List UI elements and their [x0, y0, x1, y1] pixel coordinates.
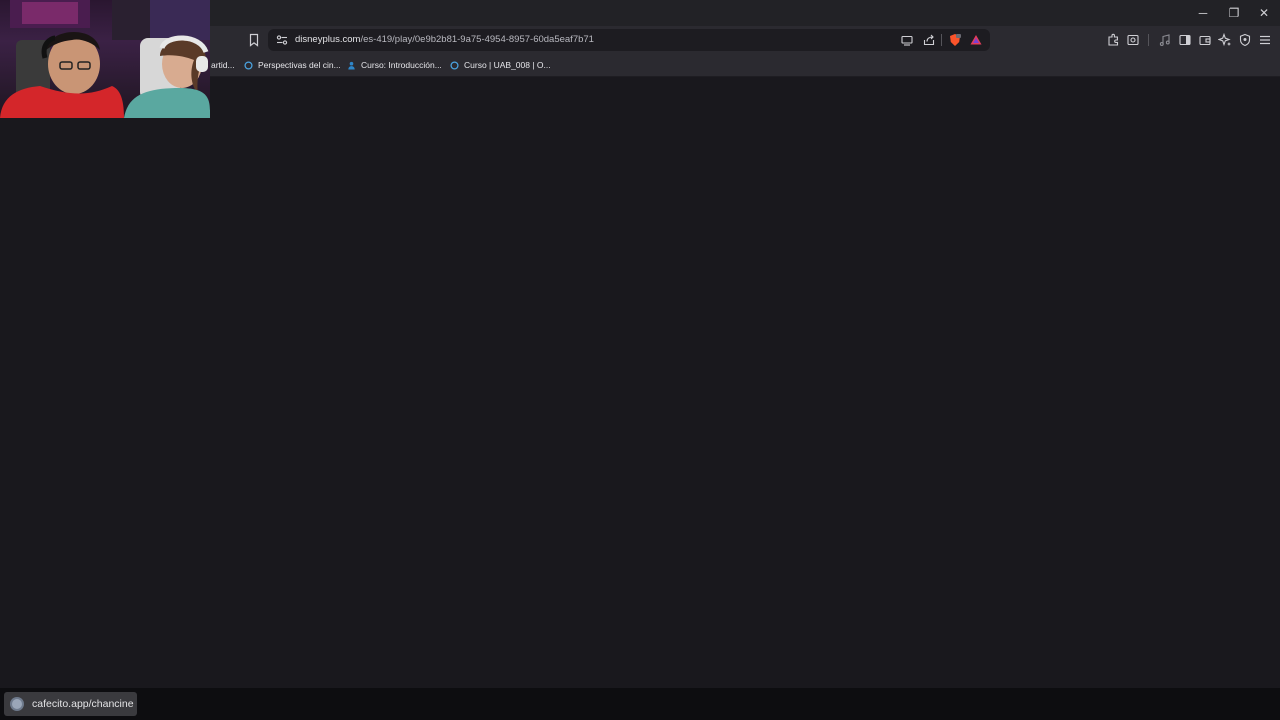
person-favicon: [348, 61, 355, 70]
bookmark-item[interactable]: Curso: Introducción...: [347, 54, 442, 76]
restore-button[interactable]: ❐: [1219, 0, 1249, 26]
circle-favicon: [450, 60, 459, 70]
status-bar: cafecito.app/chancine: [0, 688, 1280, 720]
menu-icon[interactable]: [1257, 32, 1273, 48]
bookmark-item[interactable]: Perspectivas del cin...: [244, 54, 341, 76]
sidebar-icon[interactable]: [1177, 32, 1193, 48]
cast-icon[interactable]: [899, 32, 915, 48]
url-path: /es-419/play/0e9b2b81-9a75-4954-8957-60d…: [360, 34, 594, 45]
link-status-pill: cafecito.app/chancine: [4, 692, 137, 716]
bookmark-label: Perspectivas del cin...: [258, 60, 341, 70]
webcam-feed: [0, 0, 210, 118]
globe-icon: [10, 697, 24, 711]
brave-rewards-icon[interactable]: [968, 32, 984, 48]
bookmark-label: Curso: Introducción...: [361, 60, 442, 70]
bookmark-label: Curso | UAB_008 | O...: [464, 60, 551, 70]
brave-shield-icon[interactable]: [947, 32, 963, 48]
bookmark-label: artid...: [211, 60, 235, 70]
circle-favicon: [244, 60, 253, 70]
leo-ai-icon[interactable]: [1217, 32, 1233, 48]
url-domain: disneyplus.com: [295, 34, 361, 45]
share-icon[interactable]: [921, 32, 937, 48]
bookmark-item[interactable]: Curso | UAB_008 | O...: [450, 54, 551, 76]
minimize-button[interactable]: ─: [1188, 0, 1218, 26]
site-info-icon[interactable]: [274, 32, 290, 48]
url-text[interactable]: disneyplus.com/es-419/play/0e9b2b81-9a75…: [295, 29, 594, 51]
media-icon[interactable]: [1157, 32, 1173, 48]
address-bar[interactable]: disneyplus.com/es-419/play/0e9b2b81-9a75…: [268, 29, 990, 51]
toolbar-divider: [941, 34, 942, 46]
status-url-text: cafecito.app/chancine: [32, 698, 134, 710]
screenshot-icon[interactable]: [1125, 32, 1141, 48]
bookmark-icon[interactable]: [246, 32, 262, 48]
extensions-icon[interactable]: [1105, 32, 1121, 48]
toolbar-divider: [1148, 34, 1149, 46]
vpn-icon[interactable]: [1237, 32, 1253, 48]
wallet-icon[interactable]: [1197, 32, 1213, 48]
close-button[interactable]: ✕: [1249, 0, 1279, 26]
bookmark-item[interactable]: artid...: [211, 54, 235, 76]
